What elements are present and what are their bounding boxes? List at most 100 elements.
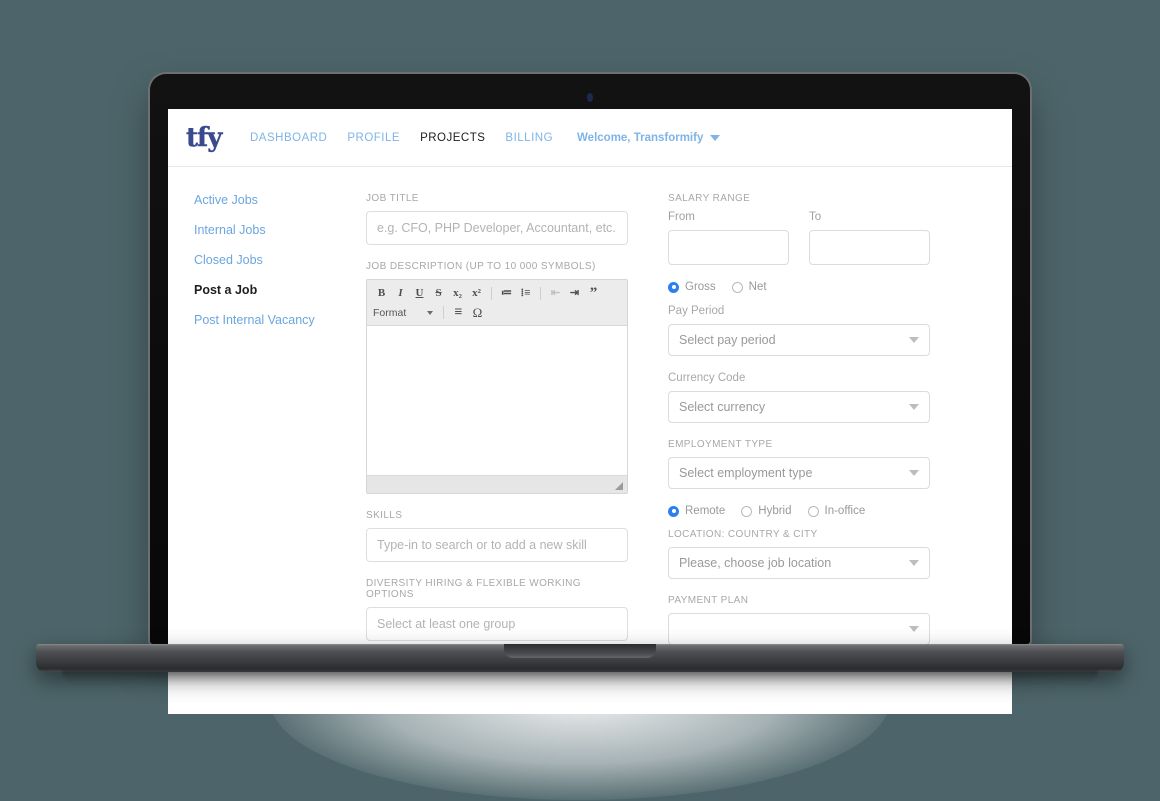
strikethrough-icon[interactable]: S [430, 285, 447, 302]
editor-status-bar [367, 475, 627, 493]
diversity-group: DIVERSITY HIRING & FLEXIBLE WORKING OPTI… [366, 578, 628, 641]
special-character-icon[interactable]: Ω [469, 304, 486, 321]
sidebar-item-closed-jobs[interactable]: Closed Jobs [194, 253, 366, 267]
bold-icon[interactable]: B [373, 285, 390, 302]
salary-from-label: From [668, 211, 695, 223]
job-description-group: JOB DESCRIPTION (UP TO 10 000 SYMBOLS) B… [366, 261, 628, 494]
radio-net[interactable] [731, 281, 743, 293]
user-menu-label: Welcome, Transformify [577, 131, 704, 144]
currency-code-label: Currency Code [668, 372, 746, 384]
payment-plan-label: PAYMENT PLAN [668, 595, 749, 606]
superscript-icon[interactable]: x² [468, 285, 485, 302]
laptop-base-shadow [62, 670, 1098, 684]
pay-period-select[interactable]: Select pay period [668, 324, 930, 356]
pay-period-group: Pay Period Select pay period [668, 305, 930, 356]
chevron-down-icon [710, 134, 721, 141]
salary-range-inputs: From To [668, 211, 930, 265]
chevron-down-icon [909, 337, 919, 343]
blockquote-icon[interactable]: ” [585, 285, 602, 302]
pay-period-value: Select pay period [679, 333, 776, 347]
radio-gross[interactable] [668, 281, 679, 293]
salary-from-col: From [668, 211, 789, 265]
location-label: LOCATION: COUNTRY & CITY [668, 529, 818, 540]
salary-from-input[interactable] [668, 230, 789, 265]
salary-range-label: SALARY RANGE [668, 193, 751, 204]
sidebar-item-internal-jobs[interactable]: Internal Jobs [194, 223, 366, 237]
employment-type-value: Select employment type [679, 466, 813, 480]
toolbar-separator [443, 306, 444, 319]
radio-in-office[interactable] [807, 505, 819, 517]
salary-to-label: To [809, 211, 822, 223]
bulleted-list-icon[interactable]: ⁞≡ [517, 285, 534, 302]
radio-in-office-label[interactable]: In-office [825, 505, 866, 517]
editor-toolbar-row-1: B I U S x₂ x² ≔ ⁞≡ ⇤ ⇥ ” [373, 284, 621, 303]
sidebar-item-post-a-job[interactable]: Post a Job [194, 283, 366, 297]
sidebar-item-post-internal-vacancy[interactable]: Post Internal Vacancy [194, 313, 366, 327]
increase-indent-icon[interactable]: ⇥ [566, 285, 583, 302]
editor-toolbar-row-2: Format ≡ Ω [373, 303, 621, 322]
currency-code-group: Currency Code Select currency [668, 372, 930, 423]
webcam-icon [587, 93, 593, 102]
employment-type-group: EMPLOYMENT TYPE Select employment type [668, 439, 930, 489]
format-dropdown[interactable]: Format [373, 307, 437, 319]
pay-period-label: Pay Period [668, 305, 725, 317]
chevron-down-icon [909, 470, 919, 476]
salary-to-col: To [809, 211, 930, 265]
nav-link-projects[interactable]: PROJECTS [420, 132, 485, 144]
logo-text: tfy [186, 122, 223, 153]
payment-plan-select[interactable] [668, 613, 930, 645]
salary-to-input[interactable] [809, 230, 930, 265]
form-column-right: SALARY RANGE From To Gross Net Pay Perio… [668, 193, 930, 661]
work-mode-radio-group: Remote Hybrid In-office [668, 505, 930, 517]
location-value: Please, choose job location [679, 556, 832, 570]
currency-code-value: Select currency [679, 400, 766, 414]
sidebar: Active Jobs Internal Jobs Closed Jobs Po… [168, 193, 366, 661]
payment-plan-group: PAYMENT PLAN [668, 595, 930, 645]
user-menu[interactable]: Welcome, Transformify [577, 131, 721, 144]
chevron-down-icon [427, 310, 433, 315]
top-navigation-bar: tfy DASHBOARD PROFILE PROJECTS BILLING W… [168, 109, 1012, 167]
chevron-down-icon [909, 560, 919, 566]
tfy-logo[interactable]: tfy [186, 122, 230, 154]
laptop-lid: tfy DASHBOARD PROFILE PROJECTS BILLING W… [150, 74, 1030, 714]
nav-link-profile[interactable]: PROFILE [347, 132, 400, 144]
chevron-down-icon [909, 404, 919, 410]
location-group: LOCATION: COUNTRY & CITY Please, choose … [668, 529, 930, 579]
currency-code-select[interactable]: Select currency [668, 391, 930, 423]
underline-icon[interactable]: U [411, 285, 428, 302]
radio-hybrid-label[interactable]: Hybrid [758, 505, 791, 517]
radio-net-label[interactable]: Net [749, 281, 767, 293]
nav-link-dashboard[interactable]: DASHBOARD [250, 132, 327, 144]
employment-type-label: EMPLOYMENT TYPE [668, 439, 773, 450]
sidebar-item-active-jobs[interactable]: Active Jobs [194, 193, 366, 207]
diversity-input[interactable]: Select at least one group [366, 607, 628, 641]
skills-input[interactable]: Type-in to search or to add a new skill [366, 528, 628, 562]
decrease-indent-icon[interactable]: ⇤ [547, 285, 564, 302]
subscript-icon[interactable]: x₂ [449, 285, 466, 302]
job-description-label: JOB DESCRIPTION (UP TO 10 000 SYMBOLS) [366, 261, 596, 272]
skills-group: SKILLS Type-in to search or to add a new… [366, 510, 628, 562]
job-title-label: JOB TITLE [366, 193, 419, 204]
resize-grip-icon[interactable] [614, 481, 624, 491]
laptop-base [36, 644, 1124, 672]
job-description-textarea[interactable] [367, 326, 627, 475]
laptop-mockup: tfy DASHBOARD PROFILE PROJECTS BILLING W… [0, 0, 1160, 801]
location-select[interactable]: Please, choose job location [668, 547, 930, 579]
rich-text-editor: B I U S x₂ x² ≔ ⁞≡ ⇤ ⇥ ” Format ≡ Ω [366, 279, 628, 494]
toolbar-separator [491, 287, 492, 300]
skills-label: SKILLS [366, 510, 403, 521]
numbered-list-icon[interactable]: ≔ [498, 285, 515, 302]
format-dropdown-label: Format [373, 306, 407, 319]
gross-net-radio-group: Gross Net [668, 281, 930, 293]
radio-remote-label[interactable]: Remote [685, 505, 725, 517]
radio-gross-label[interactable]: Gross [685, 281, 716, 293]
radio-remote[interactable] [668, 505, 679, 517]
italic-icon[interactable]: I [392, 285, 409, 302]
job-title-input[interactable]: e.g. CFO, PHP Developer, Accountant, etc… [366, 211, 628, 245]
chevron-down-icon [909, 626, 919, 632]
radio-hybrid[interactable] [741, 505, 753, 517]
align-icon[interactable]: ≡ [450, 304, 467, 321]
nav-link-billing[interactable]: BILLING [505, 132, 553, 144]
employment-type-select[interactable]: Select employment type [668, 457, 930, 489]
form-column-left: JOB TITLE e.g. CFO, PHP Developer, Accou… [366, 193, 628, 661]
